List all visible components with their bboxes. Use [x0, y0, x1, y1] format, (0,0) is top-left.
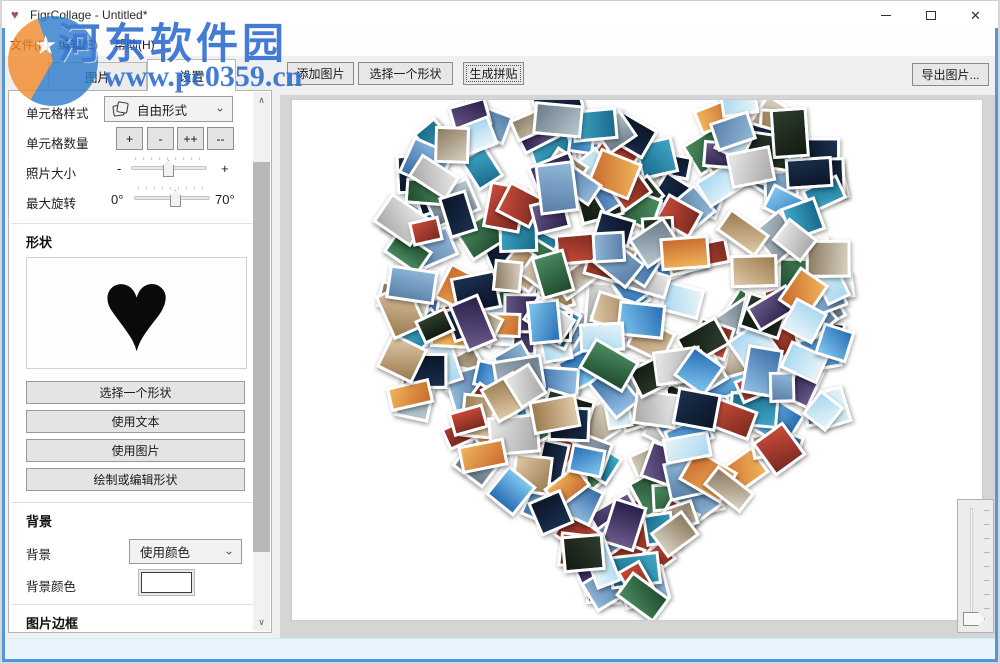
scroll-up-icon[interactable]: ∧: [253, 92, 270, 109]
tab-settings[interactable]: 设置: [147, 59, 236, 91]
max-rotation-max-label: 70°: [215, 192, 235, 207]
tab-pictures-label: 图片: [85, 67, 110, 86]
photo-size-slider[interactable]: [131, 157, 207, 177]
collage-photo-tile: [492, 259, 525, 294]
collage-photo-tile: [434, 126, 470, 164]
max-rotation-thumb[interactable]: [170, 190, 181, 207]
add-images-button[interactable]: 添加图片: [287, 62, 354, 85]
title-bar: ♥ FigrCollage - Untitled* ✕: [0, 0, 1000, 30]
window-title: FigrCollage - Untitled*: [30, 8, 147, 22]
chevron-down-icon: ⌄: [215, 100, 225, 114]
app-icon: ♥: [11, 8, 19, 21]
cell-count-minusminus-button[interactable]: --: [207, 127, 234, 150]
scroll-down-icon[interactable]: ∨: [253, 614, 270, 631]
background-color-swatch: [141, 572, 192, 593]
collage-photo-tile: [567, 443, 607, 478]
collage-photo-tile: [769, 371, 796, 402]
collage-photo-tile: [535, 160, 580, 216]
max-rotation-slider[interactable]: [134, 187, 210, 207]
menu-file[interactable]: 文件(F): [4, 34, 55, 52]
photo-size-ticks: [135, 157, 203, 160]
collage-photo-tile: [659, 235, 710, 272]
settings-panel: 单元格样式 自由形式 ⌄ 单元格数量 + - ++ -- 照片大小 - + 最大…: [8, 90, 272, 633]
maximize-button[interactable]: [908, 0, 953, 30]
menu-bar: 文件(F) 编辑(E) 帮助(H): [0, 30, 1000, 56]
minimize-icon: [881, 15, 891, 16]
canvas-zoom-slider[interactable]: [957, 499, 994, 633]
max-rotation-label: 最大旋转: [26, 193, 76, 212]
cell-count-plus-button[interactable]: +: [116, 127, 143, 150]
photo-size-max-label: +: [221, 161, 229, 176]
panel-scrollbar-thumb[interactable]: [253, 162, 270, 552]
create-collage-button[interactable]: 生成拼贴: [463, 62, 524, 85]
collage-photo-tile: [561, 533, 606, 573]
minimize-button[interactable]: [863, 0, 908, 30]
chevron-down-icon: ⌄: [224, 543, 234, 557]
cell-count-minus-button[interactable]: -: [147, 127, 174, 150]
panel-scrollbar[interactable]: ∧ ∨: [253, 92, 270, 631]
zoom-slider-track: [970, 508, 973, 620]
collage-photo-tile: [770, 106, 811, 159]
close-button[interactable]: ✕: [953, 0, 998, 30]
use-image-button[interactable]: 使用图片: [26, 439, 245, 462]
maximize-icon: [926, 11, 936, 20]
window-border: [2, 28, 5, 664]
draw-edit-shape-button[interactable]: 绘制或编辑形状: [26, 468, 245, 491]
background-mode-dropdown[interactable]: 使用颜色 ⌄: [129, 539, 242, 564]
select-shape-button[interactable]: 选择一个形状: [26, 381, 245, 404]
shape-section-header: 形状: [26, 232, 52, 251]
zoom-slider-ticks: [984, 510, 990, 622]
menu-help[interactable]: 帮助(H): [108, 34, 161, 52]
background-color-label: 背景颜色: [26, 576, 76, 595]
background-label: 背景: [26, 544, 51, 563]
collage-photo-tile: [730, 254, 778, 288]
export-image-button[interactable]: 导出图片...: [912, 63, 989, 86]
divider: [11, 502, 263, 503]
photo-size-label: 照片大小: [26, 163, 76, 182]
photo-size-thumb[interactable]: [163, 160, 174, 177]
app-window: ♥ FigrCollage - Untitled* ✕ 文件(F) 编辑(E) …: [0, 0, 1000, 664]
tab-settings-label: 设置: [179, 66, 204, 85]
shape-preview: ♥: [26, 257, 247, 369]
zoom-slider-thumb[interactable]: [963, 612, 985, 626]
use-text-button[interactable]: 使用文本: [26, 410, 245, 433]
cell-style-dropdown[interactable]: 自由形式 ⌄: [104, 96, 233, 122]
window-border: [0, 0, 1000, 1]
divider: [11, 604, 263, 605]
photo-size-min-label: -: [117, 161, 121, 176]
background-mode-value: 使用颜色: [140, 542, 190, 561]
divider: [11, 223, 263, 224]
max-rotation-min-label: 0°: [111, 192, 123, 207]
max-rotation-ticks: [138, 187, 206, 190]
collage-canvas: [292, 100, 982, 620]
collage-photo-tile: [385, 264, 439, 305]
background-color-picker[interactable]: [138, 569, 195, 596]
menu-edit[interactable]: 编辑(E): [52, 34, 104, 52]
cell-style-value: 自由形式: [137, 100, 187, 119]
tab-pictures[interactable]: 图片: [48, 62, 147, 90]
photo-border-section-header: 图片边框: [26, 613, 78, 632]
collage-photo-tile: [592, 231, 627, 264]
background-section-header: 背景: [26, 511, 52, 530]
cell-style-label: 单元格样式: [26, 103, 89, 122]
cell-count-plusplus-button[interactable]: ++: [177, 127, 204, 150]
free-form-icon: [113, 102, 128, 117]
cell-count-label: 单元格数量: [26, 133, 89, 152]
heart-shape-icon: ♥: [101, 260, 171, 360]
collage-photo-tile: [532, 101, 584, 139]
close-icon: ✕: [970, 9, 981, 22]
collage-photo-tile: [525, 298, 562, 345]
collage-photo-tile: [784, 156, 833, 190]
choose-shape-button[interactable]: 选择一个形状: [358, 62, 453, 85]
